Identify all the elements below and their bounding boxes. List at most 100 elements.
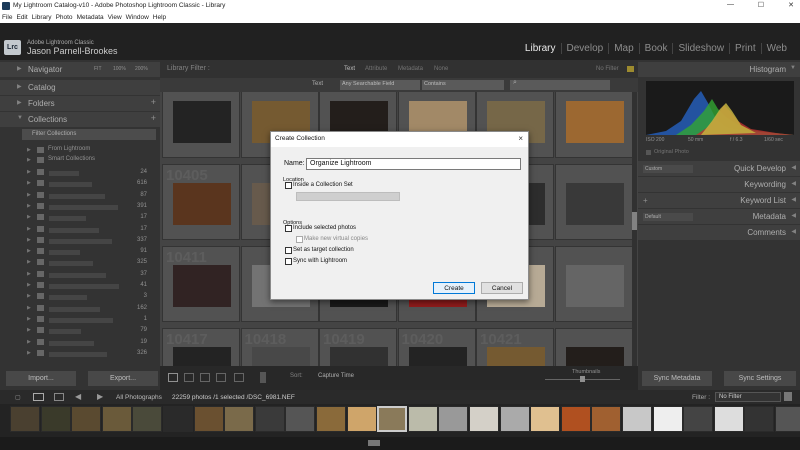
collections-header[interactable]: ▼ Collections + xyxy=(0,112,160,127)
filmstrip-thumbnail[interactable] xyxy=(285,406,316,432)
filmstrip-thumbnail[interactable] xyxy=(163,406,193,432)
painter-icon[interactable] xyxy=(260,372,266,383)
cancel-button[interactable]: Cancel xyxy=(481,282,523,294)
filmstrip-thumbnail[interactable] xyxy=(622,406,652,432)
import-button[interactable]: Import... xyxy=(6,371,76,386)
filmstrip-thumbnail[interactable] xyxy=(407,406,438,432)
module-web[interactable]: Web xyxy=(760,43,792,54)
add-folder-icon[interactable]: + xyxy=(151,97,156,107)
create-button[interactable]: Create xyxy=(433,282,475,294)
keywording-header[interactable]: Keywording ◀ xyxy=(638,177,800,192)
minimize-icon[interactable]: — xyxy=(727,1,734,8)
inside-collection-set-checkbox[interactable] xyxy=(285,182,292,189)
sync-metadata-button[interactable]: Sync Metadata xyxy=(642,371,712,386)
navigator-header[interactable]: ▶ Navigator FIT 100% 200% xyxy=(0,62,160,77)
collection-set-smart[interactable]: ▶ Smart Collections xyxy=(27,156,157,166)
collection-row[interactable]: ▶ 37 xyxy=(27,270,157,280)
collection-row[interactable]: ▶ 24 xyxy=(27,168,157,178)
menu-photo[interactable]: Photo xyxy=(56,14,73,21)
photo-cell[interactable]: 10405 xyxy=(162,164,240,240)
sync-settings-button[interactable]: Sync Settings xyxy=(724,371,796,386)
filter-tab-none[interactable]: None xyxy=(434,66,448,72)
filmstrip-thumbnail[interactable] xyxy=(775,406,800,432)
filter-tab-attribute[interactable]: Attribute xyxy=(365,66,387,72)
filmstrip-thumbnail[interactable] xyxy=(254,406,285,432)
comments-header[interactable]: Comments ◀ xyxy=(638,225,800,240)
people-view-icon[interactable] xyxy=(234,373,244,382)
forward-arrow-icon[interactable]: ▶ xyxy=(97,392,103,401)
photo-cell[interactable] xyxy=(554,92,633,158)
filmstrip-thumbnail[interactable] xyxy=(377,406,408,432)
collection-row[interactable]: ▶ 91 xyxy=(27,247,157,257)
main-window-icon[interactable] xyxy=(33,393,44,401)
collection-row[interactable]: ▶ 41 xyxy=(27,281,157,291)
collection-row[interactable]: ▶ 17 xyxy=(27,225,157,235)
folders-header[interactable]: ▶ Folders + xyxy=(0,96,160,111)
photo-cell[interactable]: 10419 xyxy=(319,328,397,366)
photo-cell[interactable] xyxy=(554,328,633,366)
menu-library[interactable]: Library xyxy=(32,14,52,21)
menu-metadata[interactable]: Metadata xyxy=(77,14,104,21)
back-arrow-icon[interactable]: ◀ xyxy=(75,392,81,401)
filmstrip-thumbnail[interactable] xyxy=(193,406,224,432)
filmstrip-source[interactable]: All Photographs xyxy=(116,394,162,401)
module-book[interactable]: Book xyxy=(638,43,673,54)
add-keyword-icon[interactable]: + xyxy=(643,196,648,205)
collection-row[interactable]: ▶ 3 xyxy=(27,292,157,302)
filmstrip-thumbnail[interactable] xyxy=(346,406,377,432)
searchable-field-select[interactable]: Any Searchable Field xyxy=(340,80,420,90)
menu-edit[interactable]: Edit xyxy=(16,14,27,21)
filmstrip-thumbnail[interactable] xyxy=(316,406,346,432)
sort-select[interactable]: Capture Time xyxy=(318,373,354,379)
filter-tab-metadata[interactable]: Metadata xyxy=(398,66,423,72)
sync-lightroom-checkbox[interactable] xyxy=(285,258,292,265)
filmstrip-thumbnail[interactable] xyxy=(10,406,40,432)
filmstrip-filter-select[interactable]: No Filter xyxy=(715,392,781,402)
filmstrip-thumbnail[interactable] xyxy=(713,406,744,432)
menu-file[interactable]: File xyxy=(2,14,12,21)
filmstrip-thumbnail[interactable] xyxy=(438,406,469,432)
collection-name-input[interactable]: Organize Lightroom xyxy=(306,158,521,170)
compare-view-icon[interactable] xyxy=(200,373,210,382)
photo-cell[interactable]: 10417 xyxy=(162,328,240,366)
nav-fit[interactable]: FIT xyxy=(94,66,102,72)
collection-row[interactable]: ▶ 391 xyxy=(27,202,157,212)
loupe-view-icon[interactable] xyxy=(184,373,194,382)
nav-100[interactable]: 100% xyxy=(113,66,126,72)
search-input[interactable] xyxy=(510,80,610,90)
add-collection-icon[interactable]: + xyxy=(151,113,156,123)
menu-view[interactable]: View xyxy=(108,14,122,21)
photo-cell[interactable]: 10420 xyxy=(397,328,476,366)
menu-help[interactable]: Help xyxy=(153,14,166,21)
photo-cell[interactable] xyxy=(554,164,633,240)
photo-cell[interactable]: 10411 xyxy=(162,246,240,322)
module-print[interactable]: Print xyxy=(729,43,761,54)
collection-row[interactable]: ▶ 17 xyxy=(27,213,157,223)
survey-view-icon[interactable] xyxy=(216,373,226,382)
collection-row[interactable]: ▶ 1 xyxy=(27,315,157,325)
close-icon[interactable]: × xyxy=(518,134,523,143)
contains-rule-select[interactable]: Contains xyxy=(422,80,504,90)
quick-develop-preset[interactable]: Custom xyxy=(643,165,693,173)
filter-presets-select[interactable]: No Filter xyxy=(596,66,619,72)
grid-view-icon[interactable] xyxy=(168,373,178,382)
collection-set-select[interactable] xyxy=(296,192,400,201)
menu-window[interactable]: Window xyxy=(126,14,149,21)
collection-row[interactable]: ▶ 337 xyxy=(27,236,157,246)
collection-row[interactable]: ▶ 87 xyxy=(27,191,157,201)
filter-switch-icon[interactable] xyxy=(784,392,792,401)
filter-collections-input[interactable]: Filter Collections xyxy=(22,129,156,140)
scroll-thumb[interactable] xyxy=(632,212,637,230)
filmstrip-thumbnail[interactable] xyxy=(683,406,714,432)
collection-row[interactable]: ▶ 616 xyxy=(27,179,157,189)
secondary-window-icon[interactable]: ▢ xyxy=(15,394,21,401)
keyword-list-header[interactable]: Keyword List ◀ xyxy=(638,193,800,208)
set-target-checkbox[interactable] xyxy=(285,247,292,254)
include-selected-checkbox[interactable] xyxy=(285,225,292,232)
metadata-preset[interactable]: Default xyxy=(643,213,693,221)
collection-row[interactable]: ▶ 19 xyxy=(27,338,157,348)
photo-cell[interactable]: 10418 xyxy=(240,328,319,366)
module-library[interactable]: Library xyxy=(520,43,561,54)
collection-set-from-lightroom[interactable]: ▶ From Lightroom xyxy=(27,146,157,156)
make-virtual-checkbox[interactable] xyxy=(296,236,303,243)
